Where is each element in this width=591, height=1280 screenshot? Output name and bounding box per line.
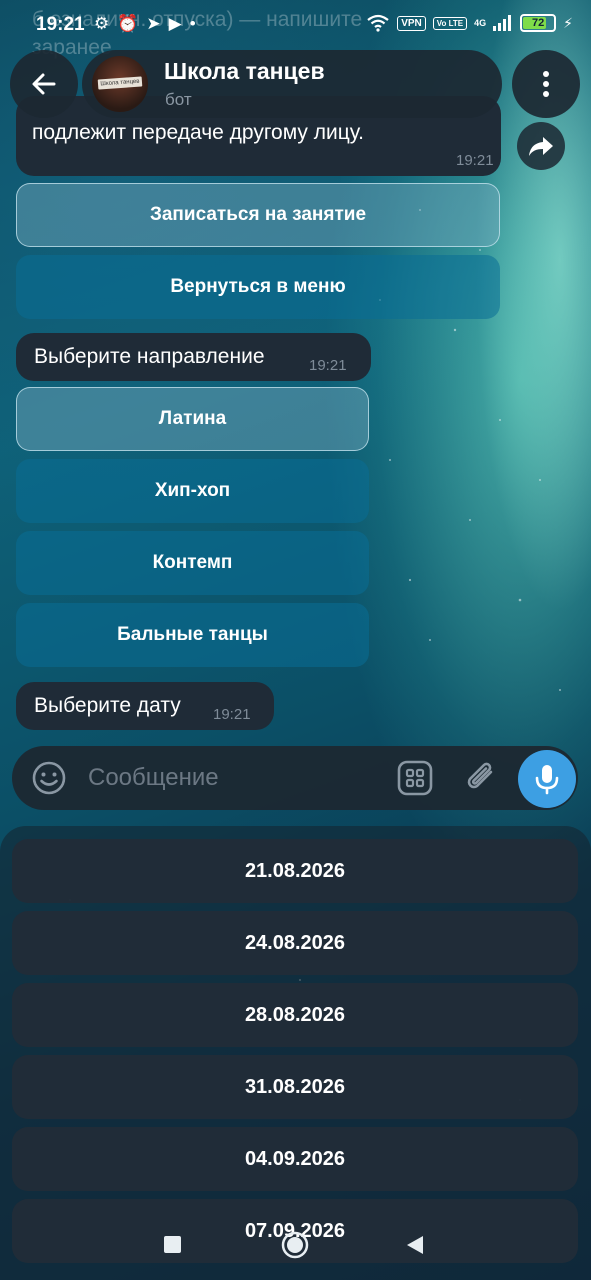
back-to-menu-button[interactable]: Вернуться в меню bbox=[16, 255, 500, 319]
message-time: 19:21 bbox=[309, 357, 347, 374]
more-menu-button[interactable] bbox=[512, 50, 580, 118]
chat-title: Школа танцев bbox=[164, 58, 325, 84]
message-text: Выберите направление bbox=[34, 345, 265, 368]
gear-icon: ⚙ bbox=[94, 14, 110, 33]
recent-apps-icon[interactable] bbox=[163, 1235, 183, 1255]
message-text: Выберите дату bbox=[34, 694, 181, 717]
forward-button[interactable] bbox=[517, 122, 565, 170]
avatar[interactable]: Школа танцев bbox=[92, 56, 148, 112]
message-input-bar: Сообщение bbox=[12, 746, 578, 810]
message-bubble: Выберите направление 19:21 bbox=[16, 333, 371, 381]
signal-icon bbox=[493, 15, 512, 31]
latina-button[interactable]: Латина bbox=[16, 387, 369, 451]
youtube-icon: ▶ bbox=[168, 14, 182, 33]
system-nav-bar bbox=[0, 1214, 591, 1280]
notification-icons: ⚙ ⏰ ➤ ▶ • bbox=[94, 14, 196, 34]
message-bubble: Выберите дату 19:21 bbox=[16, 682, 274, 730]
status-bar: 19:21 ⚙ ⏰ ➤ ▶ • VPN Vo LTE 4G 72 ⚡ bbox=[0, 0, 591, 52]
microphone-icon bbox=[535, 765, 559, 795]
battery-icon: 72 bbox=[520, 14, 557, 32]
charging-icon: ⚡ bbox=[563, 14, 573, 31]
avatar-logo-text: Школа танцев bbox=[97, 76, 143, 90]
chat-header[interactable]: Школа танцев Школа танцев бот bbox=[82, 50, 502, 118]
contemp-button[interactable]: Контемп bbox=[16, 531, 369, 595]
book-class-button[interactable]: Записаться на занятие bbox=[16, 183, 500, 247]
date-button-3[interactable]: 28.08.2026 bbox=[12, 983, 578, 1047]
message-text: подлежит передаче другому лицу. bbox=[32, 121, 364, 144]
chat-subtitle: бот bbox=[165, 90, 192, 109]
date-button-4[interactable]: 31.08.2026 bbox=[12, 1055, 578, 1119]
date-button-5[interactable]: 04.09.2026 bbox=[12, 1127, 578, 1191]
emoji-icon[interactable] bbox=[31, 760, 67, 796]
ballroom-button[interactable]: Бальные танцы bbox=[16, 603, 369, 667]
message-time: 19:21 bbox=[456, 152, 494, 169]
vpn-badge: VPN bbox=[397, 15, 426, 31]
date-button-2[interactable]: 24.08.2026 bbox=[12, 911, 578, 975]
more-dots-icon: • bbox=[189, 14, 196, 33]
share-arrow-icon bbox=[529, 137, 553, 156]
arrow-left-icon bbox=[32, 73, 56, 95]
more-vertical-icon bbox=[543, 71, 549, 97]
hiphop-button[interactable]: Хип-хоп bbox=[16, 459, 369, 523]
status-time: 19:21 bbox=[36, 14, 85, 35]
system-icons: VPN Vo LTE 4G 72 ⚡ bbox=[366, 14, 573, 32]
back-nav-icon[interactable] bbox=[404, 1234, 426, 1256]
paperclip-icon[interactable] bbox=[464, 760, 498, 796]
telegram-icon: ➤ bbox=[146, 14, 161, 33]
bot-keyboard-icon[interactable] bbox=[397, 760, 433, 796]
volte-badge: Vo LTE bbox=[432, 16, 468, 30]
back-button[interactable] bbox=[10, 50, 78, 118]
wifi-icon bbox=[367, 14, 389, 32]
network-type: 4G bbox=[474, 18, 487, 28]
alarm-icon: ⏰ bbox=[117, 14, 139, 33]
date-button-1[interactable]: 21.08.2026 bbox=[12, 839, 578, 903]
message-time: 19:21 bbox=[213, 706, 251, 723]
voice-record-button[interactable] bbox=[518, 750, 576, 808]
message-input[interactable]: Сообщение bbox=[88, 764, 219, 792]
home-icon[interactable] bbox=[280, 1230, 310, 1260]
